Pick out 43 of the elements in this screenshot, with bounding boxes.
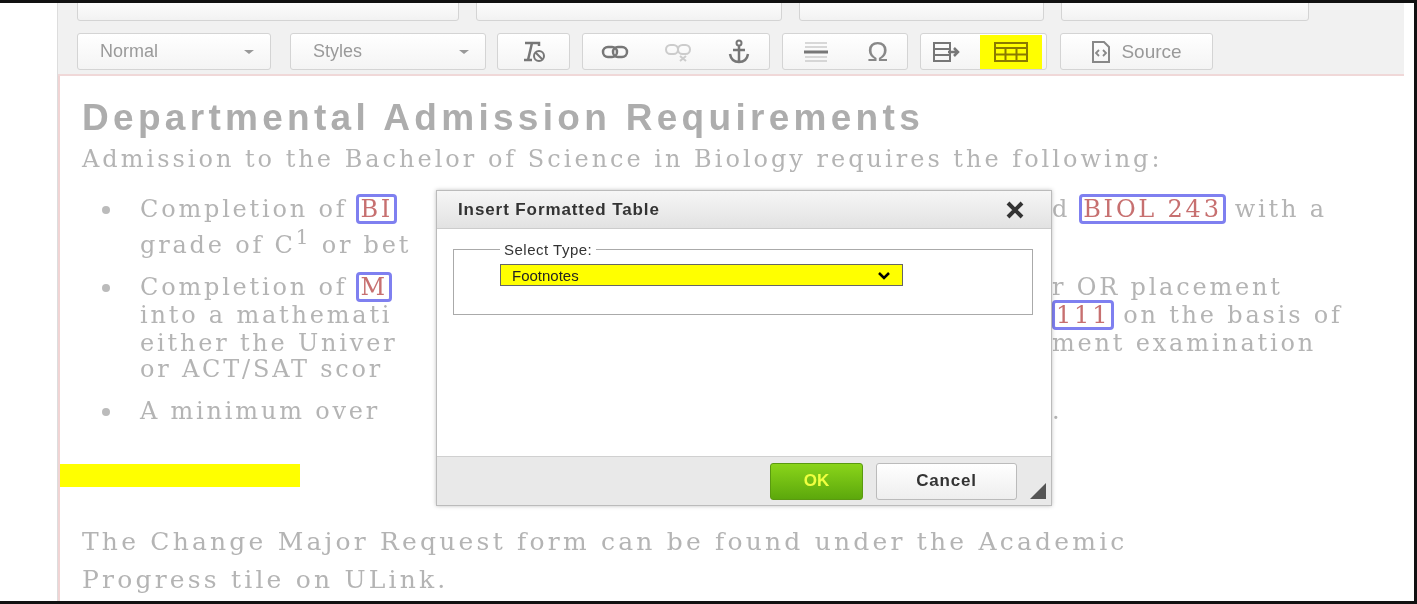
close-icon[interactable] <box>1005 200 1025 219</box>
styles-combo[interactable]: Styles <box>290 33 486 70</box>
template-icon[interactable] <box>930 39 961 64</box>
list-text: . <box>1052 398 1063 424</box>
bullet-icon <box>102 206 110 214</box>
dialog-title: Insert Formatted Table <box>458 199 660 220</box>
course-link[interactable]: BIOL 243 <box>1079 194 1226 224</box>
list-text: with a <box>1234 196 1327 224</box>
closing-paragraph: The Change Major Request form can be found under the Academic Progress tile on ULink. <box>82 526 1129 596</box>
horizontal-rule-icon[interactable] <box>801 39 830 64</box>
list-text: Completion of <box>140 196 348 224</box>
list-text: grade of C$^{1}$ or bet <box>140 224 412 258</box>
caret-icon <box>244 49 254 54</box>
list-text: into a mathemati <box>140 302 393 330</box>
special-character-button[interactable]: Ω <box>867 37 889 66</box>
intro-paragraph: Admission to the Bachelor of Science in Biology requires the following: <box>82 144 1164 175</box>
source-button[interactable]: Source <box>1060 33 1213 70</box>
list-text: Completion of <box>140 274 348 302</box>
caret-icon <box>459 49 469 54</box>
cancel-button[interactable]: Cancel <box>876 462 1017 500</box>
fieldset-legend: Select Type: <box>500 241 597 258</box>
table-button[interactable] <box>980 34 1043 69</box>
type-select[interactable]: Footnotes <box>500 264 903 286</box>
list-text: r OR placement <box>1052 274 1283 302</box>
table-icon <box>994 41 1029 62</box>
list-text: on the basis of <box>1123 302 1343 330</box>
list-text: either the Univer <box>140 330 398 356</box>
list-text: or ACT/SAT scor <box>140 356 384 382</box>
source-icon <box>1091 40 1112 63</box>
document-heading: Departmental Admission Requirements <box>82 96 925 140</box>
list-text: A minimum over <box>140 398 380 424</box>
chevron-icon <box>877 270 891 280</box>
ok-button[interactable]: OK <box>770 462 863 500</box>
list-text: d <box>1052 196 1071 224</box>
anchor-icon[interactable] <box>727 38 752 65</box>
list-text: ment examination <box>1052 330 1316 356</box>
link-icon[interactable] <box>600 43 629 60</box>
course-link[interactable]: M <box>356 272 392 302</box>
bullet-icon <box>102 408 110 416</box>
course-link[interactable]: BI <box>356 194 398 224</box>
resize-grip-icon[interactable] <box>1030 483 1046 499</box>
bullet-icon <box>102 284 110 292</box>
format-combo[interactable]: Normal <box>77 33 271 70</box>
